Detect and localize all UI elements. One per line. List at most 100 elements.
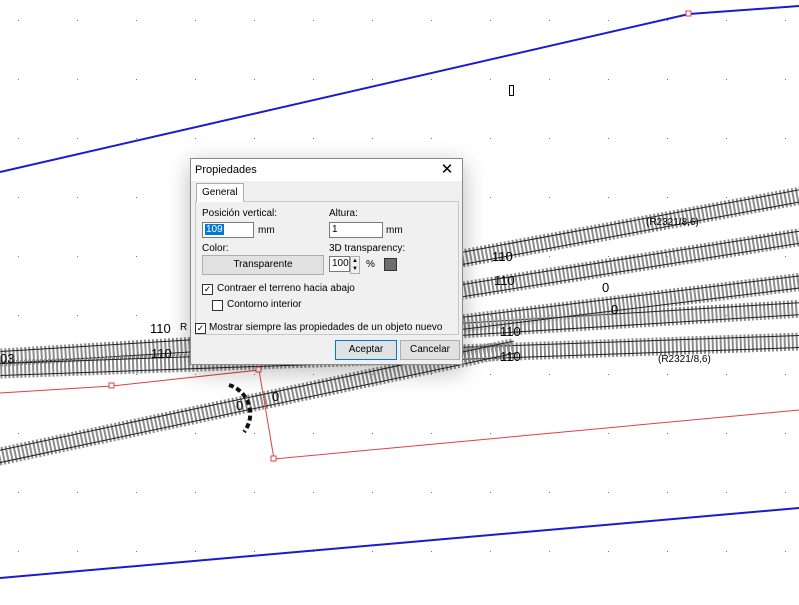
spin-up-icon[interactable]: ▲ — [351, 257, 359, 265]
grid-dot — [18, 79, 19, 80]
tab-panel-general: Posición vertical: 109 mm Altura: 1 mm C… — [195, 201, 459, 335]
transparency-input[interactable]: 100 — [329, 256, 350, 272]
grid-dot — [77, 138, 78, 139]
grid-dot — [18, 551, 19, 552]
grid-dot — [254, 20, 255, 21]
selection-node[interactable] — [108, 382, 115, 389]
grid-dot — [77, 315, 78, 316]
text-cursor-icon — [509, 85, 514, 96]
grid-dot — [726, 20, 727, 21]
grid-dot — [136, 20, 137, 21]
grid-dot — [195, 138, 196, 139]
grid-dot — [726, 197, 727, 198]
transparency-unit: % — [366, 259, 375, 270]
grid-dot — [431, 492, 432, 493]
always-show-checkbox[interactable]: ✓ — [195, 323, 206, 334]
grid-dot — [254, 138, 255, 139]
selection-node[interactable] — [270, 455, 277, 462]
grid-dot — [195, 374, 196, 375]
inner-contour-label: Contorno interior — [227, 299, 302, 310]
height-input[interactable]: 1 — [329, 222, 383, 238]
dialog-titlebar[interactable]: Propiedades ✕ — [191, 159, 462, 181]
properties-dialog: Propiedades ✕ General Posición vertical:… — [190, 158, 463, 365]
grid-dot — [372, 492, 373, 493]
grid-dot — [136, 79, 137, 80]
grid-dot — [726, 492, 727, 493]
grid-dot — [549, 492, 550, 493]
grid-dot — [431, 433, 432, 434]
grid-dot — [77, 20, 78, 21]
grid-dot — [77, 492, 78, 493]
grid-dot — [195, 551, 196, 552]
grid-dot — [608, 433, 609, 434]
spin-down-icon[interactable]: ▼ — [351, 265, 359, 273]
grid-dot — [313, 433, 314, 434]
cancel-button[interactable]: Cancelar — [400, 340, 460, 360]
grid-dot — [549, 374, 550, 375]
color-label: Color: — [202, 243, 229, 254]
grid-dot — [18, 315, 19, 316]
close-icon[interactable]: ✕ — [438, 161, 456, 179]
always-show-label: Mostrar siempre las propiedades de un ob… — [209, 322, 443, 333]
grid-dot — [490, 20, 491, 21]
grid-dot — [667, 138, 668, 139]
grid-dot — [372, 551, 373, 552]
height-unit: mm — [386, 225, 403, 236]
selection-outline[interactable] — [0, 369, 799, 460]
grid-dot — [549, 197, 550, 198]
contract-terrain-label: Contraer el terreno hacia abajo — [217, 283, 355, 294]
grid-dot — [490, 138, 491, 139]
grid-dot — [136, 492, 137, 493]
vertical-position-unit: mm — [258, 225, 275, 236]
grid-dot — [372, 79, 373, 80]
grid-dot — [608, 256, 609, 257]
grid-dot — [136, 197, 137, 198]
grid-dot — [549, 79, 550, 80]
inner-contour-checkbox[interactable] — [212, 300, 223, 311]
track-label: 0 — [272, 389, 279, 404]
grid-dot — [549, 256, 550, 257]
tab-general[interactable]: General — [196, 183, 244, 202]
height-value: 1 — [332, 224, 338, 235]
track-label: 110 — [494, 273, 515, 288]
track-label: 110 — [150, 321, 171, 336]
grid-dot — [313, 79, 314, 80]
color-button[interactable]: Transparente — [202, 255, 324, 275]
grid-dot — [667, 492, 668, 493]
boundary-node — [685, 10, 692, 17]
vertical-position-value: 109 — [205, 224, 224, 235]
grid-dot — [136, 374, 137, 375]
contract-terrain-checkbox[interactable]: ✓ — [202, 284, 213, 295]
grid-dot — [608, 197, 609, 198]
grid-dot — [726, 551, 727, 552]
height-label: Altura: — [329, 208, 358, 219]
radius-label: (R2321/8,6) — [646, 217, 699, 228]
dialog-title: Propiedades — [195, 164, 257, 176]
radius-label-partial: R — [180, 322, 187, 333]
transparency-spinner[interactable]: ▲ ▼ — [350, 256, 360, 274]
grid-dot — [726, 374, 727, 375]
transparency-label: 3D transparency: — [329, 243, 406, 254]
grid-dot — [372, 433, 373, 434]
grid-dot — [490, 197, 491, 198]
transparency-color-swatch[interactable] — [384, 258, 397, 271]
grid-dot — [667, 374, 668, 375]
grid-dot — [667, 433, 668, 434]
grid-dot — [254, 374, 255, 375]
grid-dot — [785, 256, 786, 257]
grid-dot — [254, 433, 255, 434]
grid-dot — [18, 138, 19, 139]
vertical-position-label: Posición vertical: — [202, 208, 278, 219]
grid-dot — [726, 433, 727, 434]
grid-dot — [490, 551, 491, 552]
accept-button[interactable]: Aceptar — [335, 340, 397, 360]
selection-node[interactable] — [255, 366, 262, 373]
grid-dot — [18, 197, 19, 198]
track-label: 0 — [602, 280, 609, 295]
vertical-position-input[interactable]: 109 — [202, 222, 254, 238]
track-label: 110 — [492, 249, 513, 264]
track-label: 110 — [500, 324, 521, 339]
grid-dot — [18, 492, 19, 493]
grid-dot — [18, 256, 19, 257]
grid-dot — [136, 256, 137, 257]
